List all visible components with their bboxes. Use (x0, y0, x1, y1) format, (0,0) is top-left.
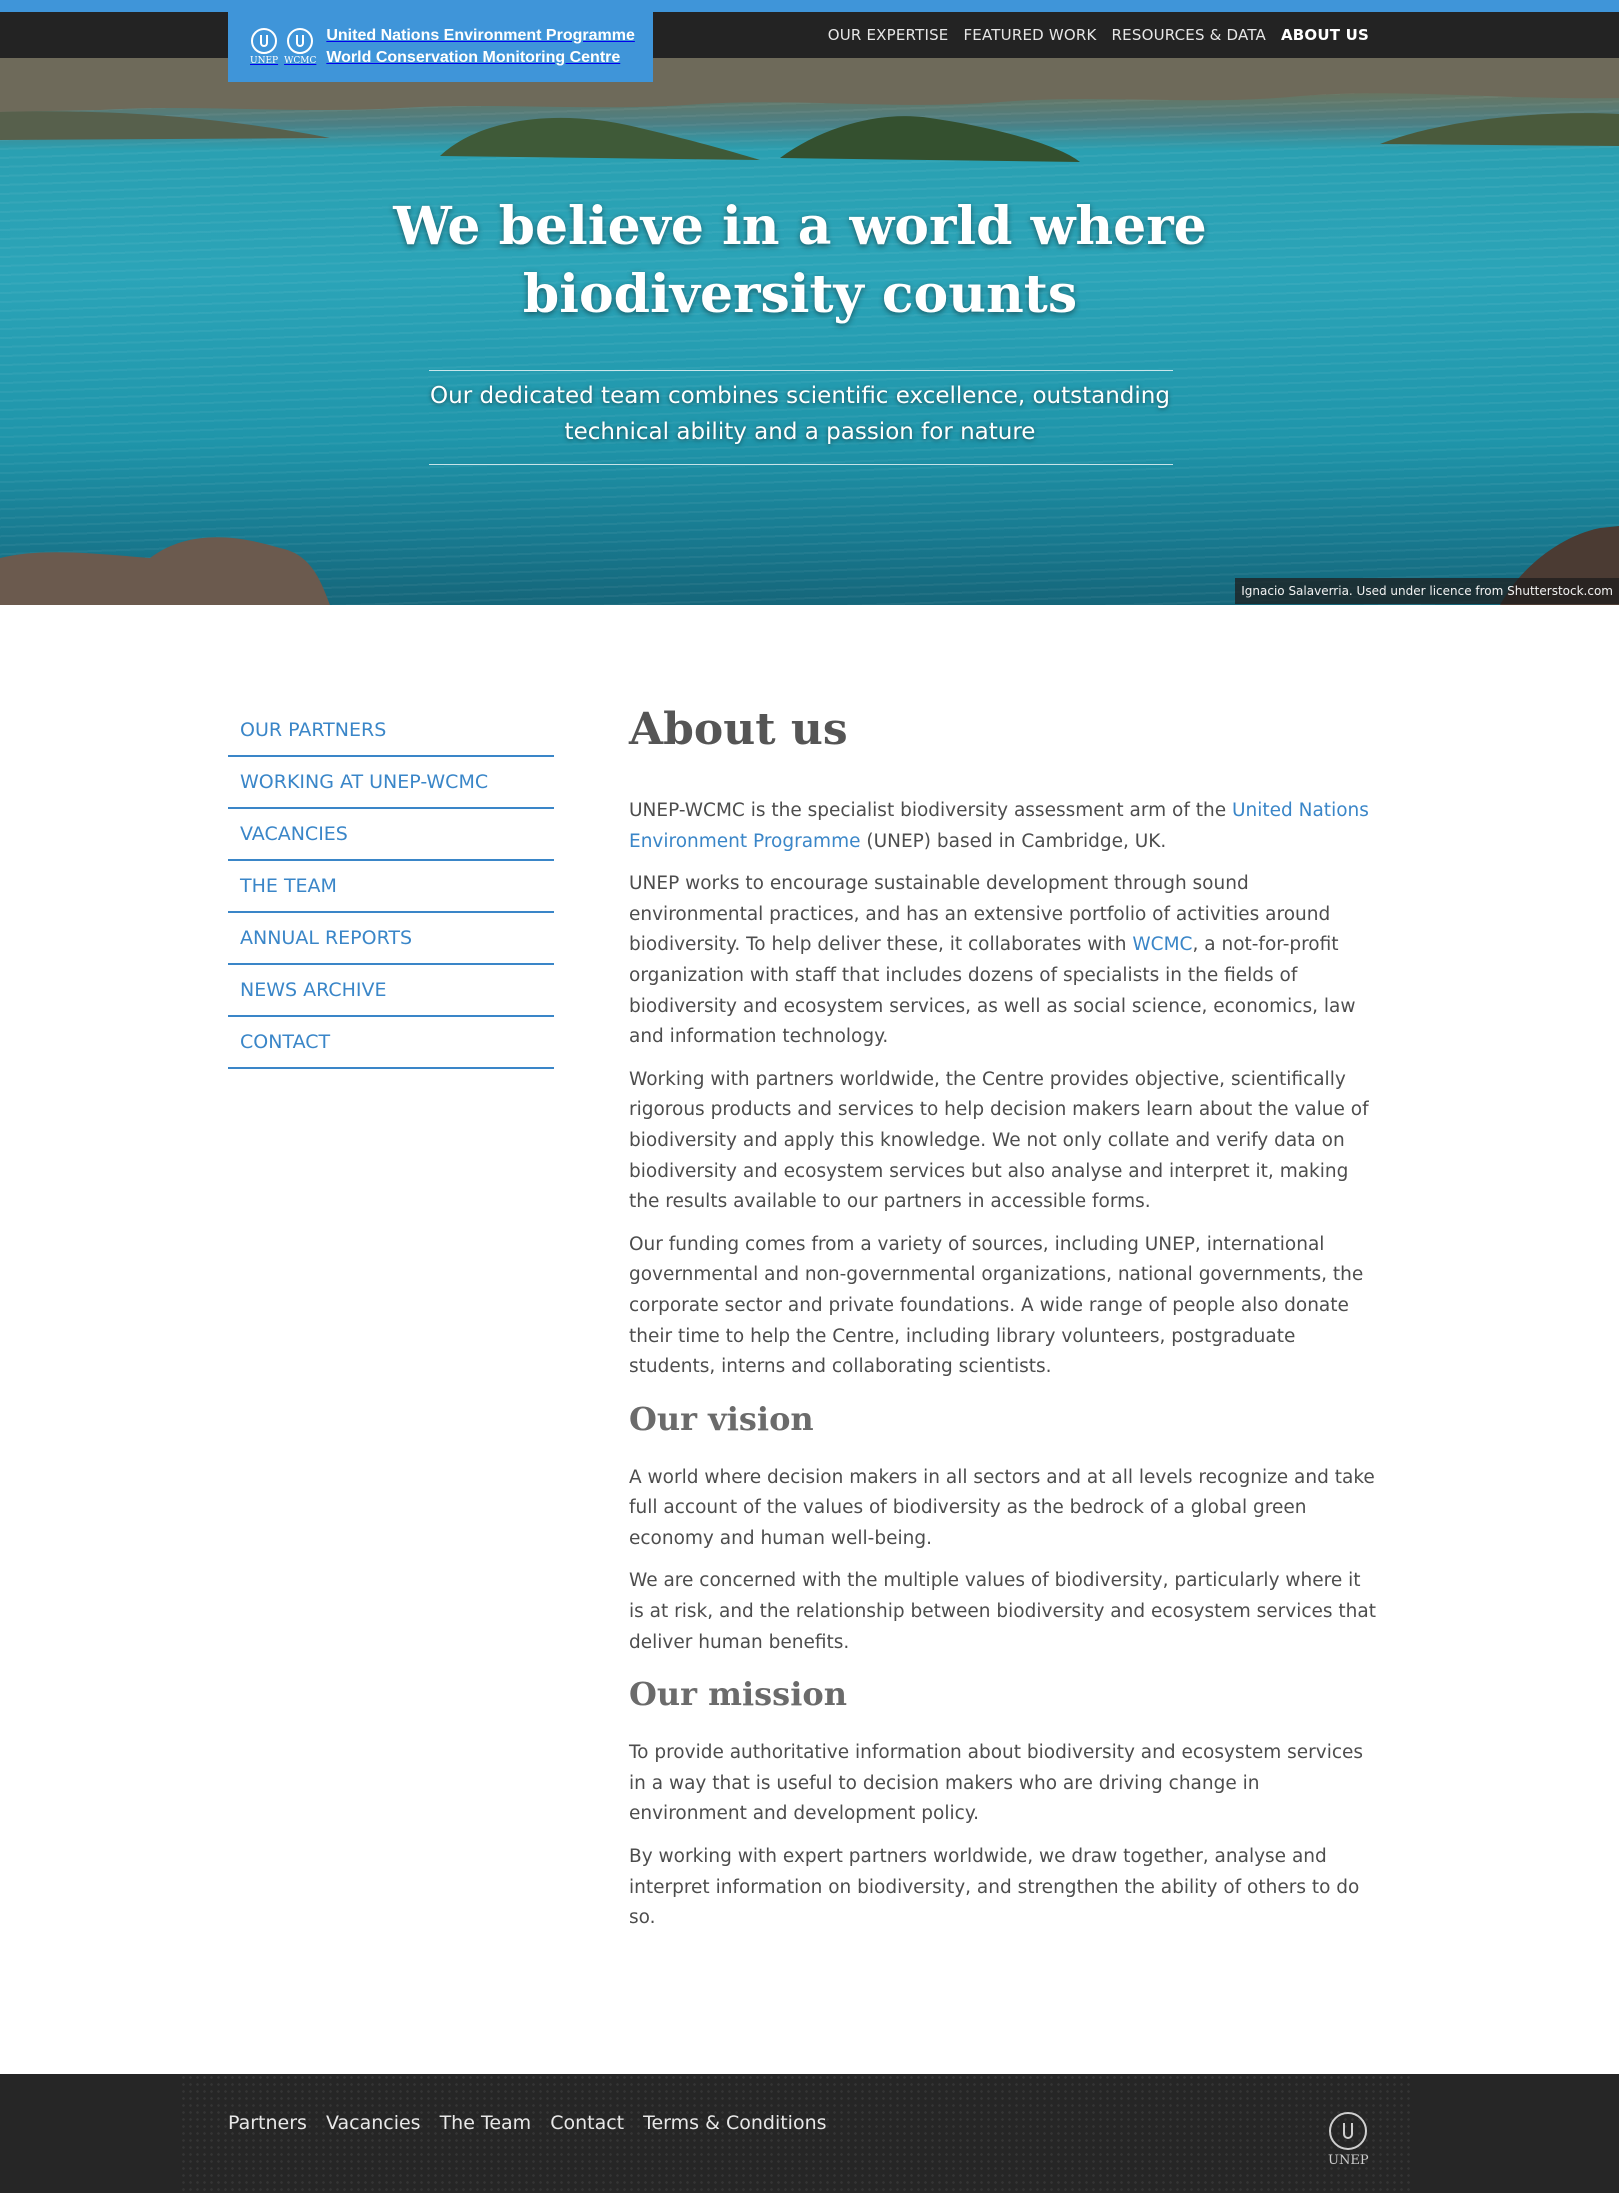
sidebar-item-annual-reports[interactable]: ANNUAL REPORTS (228, 913, 554, 965)
logo-emblems: UNEP WCMC (250, 28, 316, 66)
wcmc-emblem-caption: WCMC (284, 56, 317, 66)
vision-paragraph-2: We are concerned with the multiple value… (629, 1570, 1376, 1653)
footer-logo-caption: UNEP (1328, 2153, 1369, 2168)
intro-paragraph: UNEP-WCMC is the specialist biodiversity… (629, 796, 1379, 857)
hero-banner: We believe in a world where biodiversity… (0, 58, 1619, 605)
nav-our-expertise[interactable]: OUR EXPERTISE (828, 26, 949, 44)
partners-paragraph: Working with partners worldwide, the Cen… (629, 1068, 1369, 1213)
site-footer: Partners Vacancies The Team Contact Term… (0, 2074, 1619, 2193)
hero-title-line-1: We believe in a world where (393, 196, 1207, 257)
top-accent-strip (0, 0, 1619, 12)
nav-featured-work[interactable]: FEATURED WORK (963, 26, 1096, 44)
wcmc-emblem-icon: WCMC (284, 28, 316, 66)
footer-link-partners[interactable]: Partners (228, 2112, 307, 2134)
unep-footer-logo-icon[interactable]: UNEP (1328, 2112, 1369, 2168)
hero-title-line-2: biodiversity counts (522, 264, 1078, 325)
page-title: About us (629, 704, 848, 755)
hero-title: We believe in a world where biodiversity… (300, 193, 1300, 329)
logo-text: United Nations Environment Programme Wor… (326, 25, 635, 69)
hero-subtitle: Our dedicated team combines scientific e… (400, 378, 1200, 450)
footer-link-terms[interactable]: Terms & Conditions (643, 2112, 826, 2134)
logo-line-1: United Nations Environment Programme (326, 27, 635, 44)
logo-line-2: World Conservation Monitoring Centre (326, 49, 621, 66)
sidebar-item-news-archive[interactable]: NEWS ARCHIVE (228, 965, 554, 1017)
wcmc-link[interactable]: WCMC (1132, 934, 1192, 955)
vision-paragraph-1: A world where decision makers in all sec… (629, 1466, 1375, 1549)
unep-emblem-caption: UNEP (250, 56, 279, 66)
nav-resources-data[interactable]: RESOURCES & DATA (1112, 26, 1266, 44)
mission-paragraph-1: To provide authoritative information abo… (629, 1742, 1364, 1825)
footer-link-vacancies[interactable]: Vacancies (326, 2112, 421, 2134)
mission-heading: Our mission (629, 1675, 847, 1714)
intro-text-after: (UNEP) based in Cambridge, UK. (860, 830, 1167, 852)
unep-paragraph: UNEP works to encourage sustainable deve… (629, 869, 1379, 1053)
main-content: About us UNEP-WCMC is the specialist bio… (629, 700, 1379, 1946)
funding-paragraph: Our funding comes from a variety of sour… (629, 1233, 1364, 1378)
landscape-illustration (0, 58, 1619, 605)
footer-link-contact[interactable]: Contact (550, 2112, 624, 2134)
intro-text-before: UNEP-WCMC is the specialist biodiversity… (629, 800, 1232, 821)
sidebar-menu: OUR PARTNERS WORKING AT UNEP-WCMC VACANC… (228, 705, 554, 1069)
site-logo-link[interactable]: UNEP WCMC United Nations Environment Pro… (228, 12, 653, 82)
hero-subtitle-line-1: Our dedicated team combines scientific e… (430, 383, 1170, 409)
photo-credit: Ignacio Salaverria. Used under licence f… (1235, 578, 1619, 604)
hero-divider-top (429, 370, 1173, 371)
sidebar-item-contact[interactable]: CONTACT (228, 1017, 554, 1069)
hero-divider-bottom (429, 464, 1173, 465)
mission-paragraph-2: By working with expert partners worldwid… (629, 1846, 1360, 1929)
footer-link-the-team[interactable]: The Team (440, 2112, 532, 2134)
sidebar-item-the-team[interactable]: THE TEAM (228, 861, 554, 913)
nav-about-us[interactable]: ABOUT US (1281, 26, 1369, 44)
main-nav: OUR EXPERTISE FEATURED WORK RESOURCES & … (828, 12, 1369, 58)
footer-links: Partners Vacancies The Team Contact Term… (228, 2112, 827, 2134)
hero-subtitle-line-2: technical ability and a passion for natu… (564, 419, 1036, 445)
vision-heading: Our vision (629, 1399, 814, 1438)
sidebar-item-vacancies[interactable]: VACANCIES (228, 809, 554, 861)
sidebar-item-working-at[interactable]: WORKING AT UNEP-WCMC (228, 757, 554, 809)
unep-emblem-icon: UNEP (250, 28, 278, 66)
sidebar-item-our-partners[interactable]: OUR PARTNERS (228, 705, 554, 757)
